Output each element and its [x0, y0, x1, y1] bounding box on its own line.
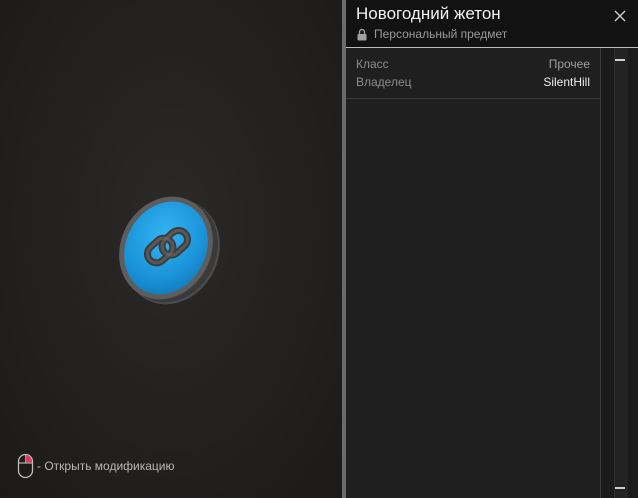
lock-icon — [357, 28, 367, 40]
hint-text: - Открыть модификацию — [37, 459, 175, 473]
subtitle-text: Персональный предмет — [374, 27, 508, 41]
property-label: Владелец — [356, 75, 412, 89]
item-info-panel: Новогодний жетон Персональный предмет Кл… — [346, 0, 638, 498]
property-row-owner: Владелец SilentHill — [356, 74, 590, 90]
property-value: Прочее — [548, 57, 590, 71]
property-value: SilentHill — [543, 75, 590, 89]
scroll-down-button[interactable] — [615, 487, 625, 489]
scrollbar[interactable] — [601, 48, 638, 498]
item-properties: Класс Прочее Владелец SilentHill — [346, 48, 600, 99]
scroll-up-button[interactable] — [615, 59, 625, 61]
open-modification-hint: - Открыть модификацию — [17, 453, 175, 479]
chain-link-icon — [119, 196, 220, 305]
property-row-class: Класс Прочее — [356, 56, 590, 72]
item-subtitle: Персональный предмет — [357, 27, 507, 41]
mouse-right-click-icon — [17, 453, 34, 479]
token-coin-model[interactable] — [112, 190, 224, 310]
close-icon — [614, 10, 626, 22]
item-title: Новогодний жетон — [356, 4, 501, 23]
item-preview-viewport[interactable]: - Открыть модификацию — [0, 0, 342, 498]
close-button[interactable] — [612, 8, 628, 24]
panel-header: Новогодний жетон Персональный предмет — [346, 0, 638, 48]
property-label: Класс — [356, 57, 389, 71]
scroll-track[interactable] — [614, 48, 628, 498]
